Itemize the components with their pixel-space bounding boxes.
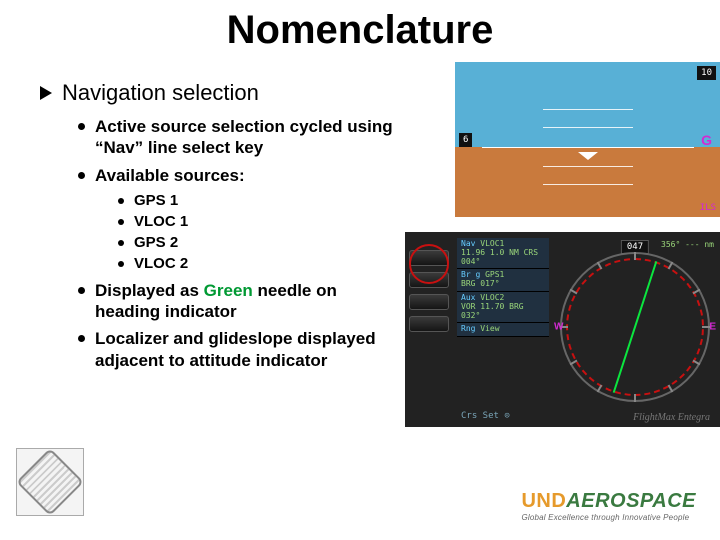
footer-logo-left: [16, 448, 84, 516]
softkey-column: [405, 244, 453, 338]
pfd-pitch-line: [543, 127, 633, 128]
sub-bullet-gps2: GPS 2: [118, 234, 400, 251]
avionics-branding: FlightMax Entegra: [633, 412, 710, 423]
heading-text: Navigation selection: [62, 80, 259, 106]
label-source: VLOC2: [480, 293, 504, 302]
bullet-text: Available sources:: [95, 165, 245, 186]
heading-indicator-image: Nav VLOC111.96 1.0 NM CRS 004° Br g GPS1…: [405, 232, 720, 427]
bullet-active-source: Active source selection cycled using “Na…: [78, 116, 400, 159]
bullet-text: Active source selection cycled using “Na…: [95, 116, 400, 159]
label-row-nav: Nav VLOC111.96 1.0 NM CRS 004°: [457, 238, 549, 269]
slide-title: Nomenclature: [0, 8, 720, 53]
label-detail: VOR 11.70 BRG 032°: [461, 303, 545, 321]
softkey-labels: Nav VLOC111.96 1.0 NM CRS 004° Br g GPS1…: [457, 238, 549, 337]
bullet-icon: [78, 172, 85, 179]
label-name: Aux: [461, 293, 475, 302]
hsi-lubber-w: W: [554, 322, 563, 333]
bullet-green-needle: Displayed as Green needle on heading ind…: [78, 280, 400, 323]
text-span: Displayed as: [95, 281, 204, 300]
label-row-aux: Aux VLOC2VOR 11.70 BRG 032°: [457, 292, 549, 323]
attitude-indicator-image: 6 10 G ILS: [455, 62, 720, 217]
hsi-readout: 356° --- nm: [661, 240, 714, 249]
bullet-text: Displayed as Green needle on heading ind…: [95, 280, 400, 323]
pfd-glideslope-icon: G: [701, 132, 712, 148]
label-name: Br g: [461, 270, 480, 279]
pfd-pitch-line: [543, 184, 633, 185]
hsi-tick: [702, 326, 710, 328]
bullet-text: GPS 2: [134, 234, 178, 251]
bullet-icon: [78, 287, 85, 294]
bullet-text: VLOC 2: [134, 255, 188, 272]
footer-logo-right: UNDAEROSPACE Global Excellence through I…: [521, 490, 696, 522]
crs-set-label: Crs Set ⊙: [461, 411, 510, 421]
pfd-altitude-box: 10: [697, 66, 716, 80]
label-source: GPS1: [485, 270, 504, 279]
softkey-brg: [409, 272, 449, 288]
label-row-rng: Rng View: [457, 323, 549, 337]
bullet-localizer: Localizer and glideslope displayed adjac…: [78, 328, 400, 371]
bullet-icon: [118, 198, 124, 204]
bullet-icon: [78, 123, 85, 130]
wordmark-und: UND: [521, 490, 566, 512]
und-aerospace-wordmark: UNDAEROSPACE: [521, 490, 696, 513]
pfd-horizon: [482, 147, 694, 148]
hsi-lubber-e: E: [709, 322, 716, 333]
bullet-text: VLOC 1: [134, 213, 188, 230]
bullet-text: GPS 1: [134, 192, 178, 209]
label-source: VLOC1: [480, 239, 504, 248]
bullet-icon: [118, 219, 124, 225]
heading-nav-selection: Navigation selection: [40, 80, 400, 106]
label-detail: 11.96 1.0 NM CRS 004°: [461, 249, 545, 267]
footer-tagline: Global Excellence through Innovative Peo…: [521, 513, 696, 522]
hsi-tick: [634, 252, 636, 260]
softkey-nav: [409, 250, 449, 266]
label-source: View: [480, 324, 499, 333]
pfd-pitch-line: [543, 109, 633, 110]
bullet-available-sources: Available sources:: [78, 165, 400, 186]
bullet-text: Localizer and glideslope displayed adjac…: [95, 328, 400, 371]
bullet-icon: [118, 240, 124, 246]
wordmark-aerospace: AEROSPACE: [566, 490, 696, 512]
label-detail: BRG 017°: [461, 280, 545, 289]
bullet-icon: [78, 335, 85, 342]
pfd-airspeed-box: 6: [459, 133, 472, 147]
softkey-aux: [409, 294, 449, 310]
pfd-chevron-icon: [578, 152, 598, 160]
slide: Nomenclature Navigation selection Active…: [0, 0, 720, 540]
bullet-icon: [118, 261, 124, 267]
hsi-compass: 047 356° --- nm W E: [560, 252, 710, 402]
text-green: Green: [204, 281, 253, 300]
pfd-ils-label: ILS: [700, 203, 716, 213]
play-bullet-icon: [40, 86, 52, 100]
pfd-pitch-line: [543, 166, 633, 167]
softkey-rng: [409, 316, 449, 332]
placeholder-logo-icon: [16, 448, 84, 516]
label-name: Nav: [461, 239, 475, 248]
hsi-tick: [634, 394, 636, 402]
sub-bullet-vloc1: VLOC 1: [118, 213, 400, 230]
sub-bullet-gps1: GPS 1: [118, 192, 400, 209]
content-column: Navigation selection Active source selec…: [40, 80, 400, 377]
pfd-sky: [455, 62, 720, 147]
sub-bullet-vloc2: VLOC 2: [118, 255, 400, 272]
label-row-brg: Br g GPS1BRG 017°: [457, 269, 549, 292]
label-name: Rng: [461, 324, 475, 333]
